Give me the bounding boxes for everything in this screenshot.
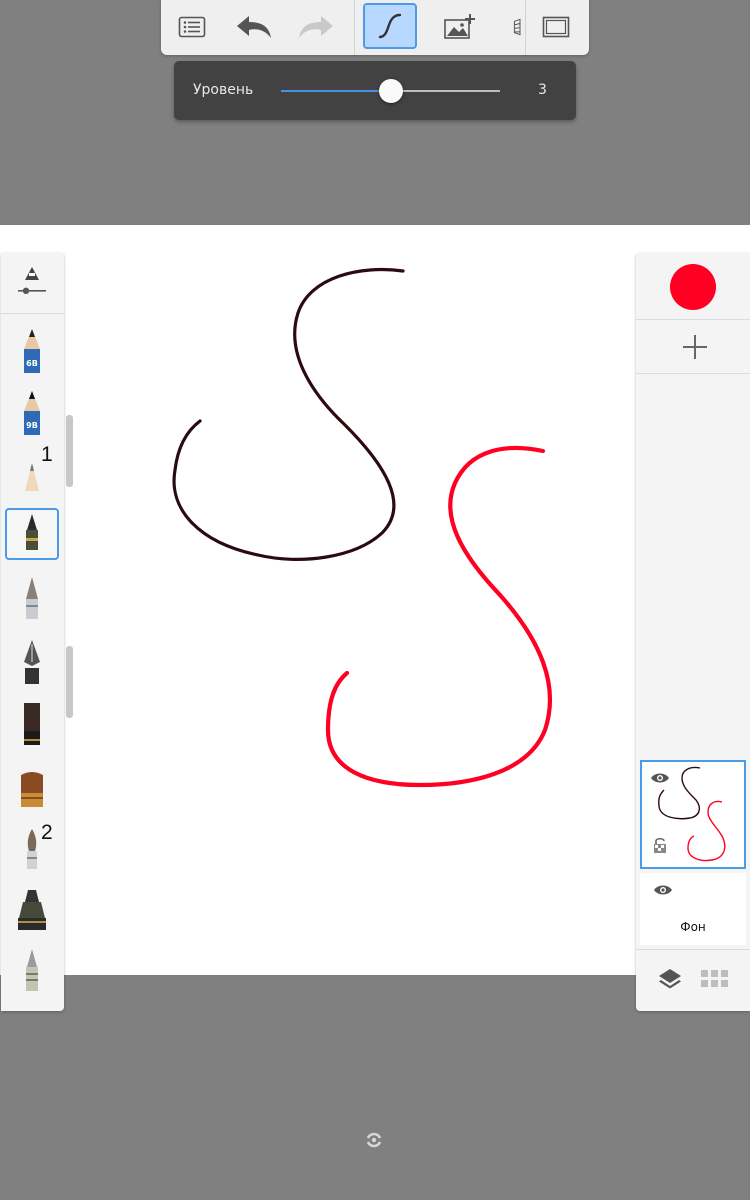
toolbar-divider	[525, 0, 526, 55]
level-value: 3	[538, 82, 547, 98]
grid-view-button[interactable]	[700, 969, 730, 989]
svg-text:6B: 6B	[26, 359, 38, 368]
palette-divider	[1, 313, 64, 314]
add-layer-button[interactable]	[675, 327, 715, 367]
brush-properties-icon	[18, 267, 46, 294]
brush-properties-button[interactable]	[15, 265, 49, 299]
frame-icon	[542, 16, 570, 38]
color-swatch[interactable]	[670, 264, 716, 310]
redo-button[interactable]	[289, 4, 343, 50]
brush-wide[interactable]	[5, 765, 59, 817]
palette-scroll-handle[interactable]	[66, 646, 73, 718]
brush-number-label: 1	[41, 443, 53, 466]
pencil-icon: 9B	[24, 391, 40, 435]
layer-name: Фон	[680, 920, 706, 934]
brush-marker[interactable]	[5, 884, 59, 936]
fullscreen-button[interactable]	[529, 4, 583, 50]
image-add-icon	[444, 14, 475, 39]
brush-fineliner[interactable]	[5, 508, 59, 560]
airbrush-icon	[26, 577, 38, 619]
brush-round[interactable]: 2	[5, 821, 59, 875]
toolbar-divider	[354, 0, 355, 55]
palette-scroll-handle[interactable]	[66, 415, 73, 487]
menu-button[interactable]	[165, 4, 219, 50]
redo-arrow-icon	[299, 16, 333, 38]
panel-divider	[636, 373, 750, 374]
pencil-icon: 6B	[24, 329, 40, 373]
flat-brush-icon	[24, 703, 40, 745]
level-slider-panel: Уровень 3	[174, 61, 576, 120]
panel-divider	[636, 949, 750, 950]
dark-stroke	[172, 267, 405, 561]
level-slider-thumb[interactable]	[378, 79, 403, 103]
brush-fountain-pen[interactable]	[5, 636, 59, 688]
sync-button[interactable]	[364, 1130, 384, 1150]
eye-icon[interactable]	[653, 883, 673, 897]
layers-toggle-button[interactable]	[656, 965, 684, 993]
stroke-curve-icon	[378, 13, 402, 39]
top-toolbar	[161, 0, 589, 55]
fineliner-icon	[26, 514, 38, 550]
marker-icon	[18, 890, 46, 930]
layer-preview	[658, 766, 726, 862]
undo-button[interactable]	[227, 4, 281, 50]
perspective-button[interactable]	[499, 4, 527, 50]
brush-palette: 6B 9B 1 2	[1, 253, 73, 1011]
brush-airbrush[interactable]	[5, 573, 59, 625]
add-image-button[interactable]	[432, 4, 486, 50]
level-slider[interactable]	[281, 79, 500, 103]
sync-icon	[366, 1132, 382, 1148]
panel-divider	[636, 319, 750, 320]
layers-icon	[659, 969, 681, 989]
brush-pencil-6b[interactable]: 6B	[5, 325, 59, 377]
undo-arrow-icon	[237, 16, 271, 38]
brush-ballpoint[interactable]	[5, 945, 59, 997]
plus-icon	[683, 335, 707, 359]
brush-number-label: 2	[41, 821, 53, 844]
level-slider-fill	[281, 90, 391, 92]
background-layer[interactable]: Фон	[640, 873, 746, 945]
red-stroke	[325, 445, 553, 788]
list-icon	[178, 16, 206, 38]
layers-panel: Фон	[636, 253, 750, 1011]
fountain-pen-icon	[24, 640, 40, 684]
ballpoint-icon	[26, 949, 38, 991]
stroke-tool-button[interactable]	[363, 3, 417, 49]
svg-text:9B: 9B	[26, 421, 38, 430]
wide-brush-icon	[21, 772, 43, 807]
level-label: Уровень	[193, 82, 254, 98]
brush-pencil-9b[interactable]: 9B	[5, 387, 59, 439]
grid-icon	[701, 970, 728, 987]
layer-thumbnail[interactable]	[640, 760, 746, 869]
brush-flat[interactable]	[5, 699, 59, 751]
brush-pencil-light[interactable]: 1	[5, 443, 59, 501]
